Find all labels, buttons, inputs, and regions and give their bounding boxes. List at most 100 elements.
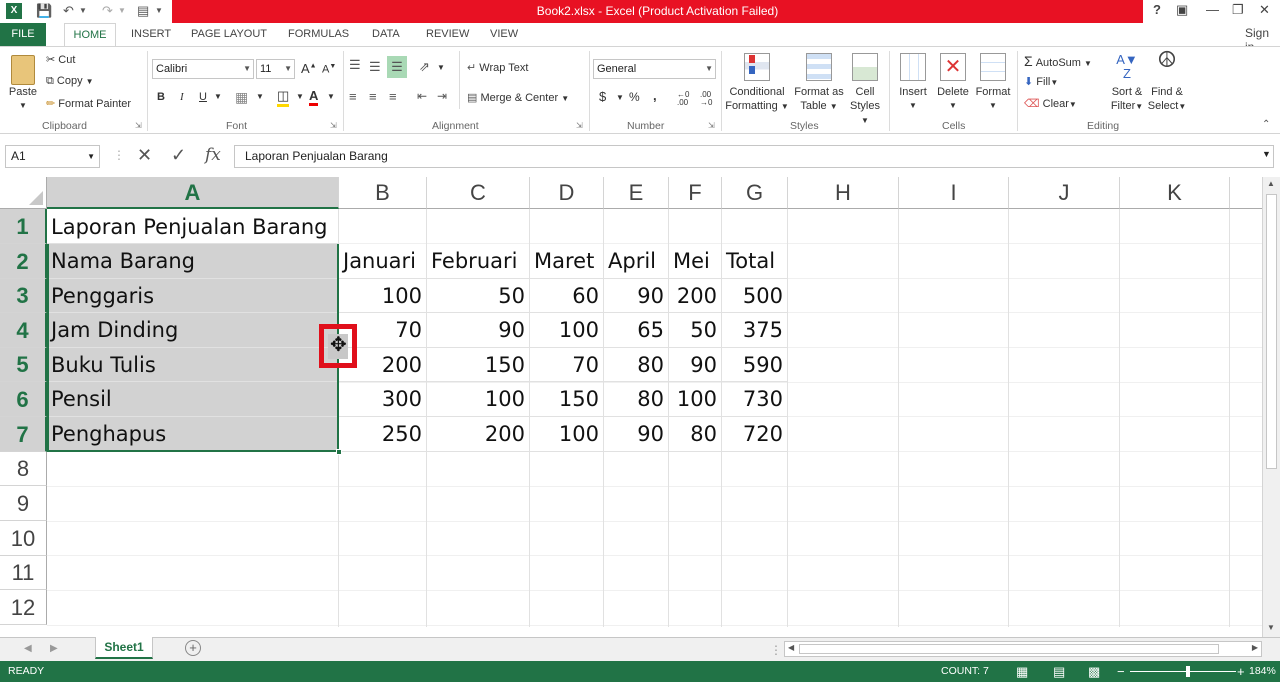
top-align-icon[interactable]: ☰ [349, 57, 361, 73]
cell-f7[interactable]: 80 [669, 417, 722, 452]
column-header-h[interactable]: H [788, 177, 899, 209]
bottom-align-icon[interactable]: ☰ [387, 56, 407, 78]
select-all-button[interactable] [0, 177, 47, 209]
column-header-g[interactable]: G [722, 177, 788, 209]
row-header-11[interactable]: 11 [0, 556, 47, 590]
cell-d3[interactable]: 60 [530, 279, 604, 313]
collapse-ribbon-icon[interactable]: ⌃ [1262, 119, 1270, 130]
column-header-a[interactable]: A [47, 177, 339, 209]
underline-button[interactable]: U [199, 91, 207, 103]
cut-button[interactable]: ✂ Cut [46, 53, 75, 66]
cell-d4[interactable]: 100 [530, 313, 604, 348]
alignment-launcher-icon[interactable]: ⇲ [576, 121, 583, 130]
next-sheet-icon[interactable]: ▶ [50, 643, 58, 654]
cell-e3[interactable]: 90 [604, 279, 669, 313]
copy-button[interactable]: ⧉ Copy ▼ [46, 75, 94, 88]
cell-g3[interactable]: 500 [722, 279, 788, 313]
find-select-button[interactable]: ☮ Find & Select▼ [1146, 49, 1188, 114]
italic-button[interactable]: I [180, 91, 184, 103]
column-header-i[interactable]: I [899, 177, 1009, 209]
column-header-j[interactable]: J [1009, 177, 1120, 209]
redo-dropdown-icon[interactable]: ▼ [118, 3, 126, 19]
orientation-icon[interactable]: ⇗ [419, 59, 430, 75]
increase-font-icon[interactable]: A▲ [301, 61, 317, 76]
cell-g6[interactable]: 730 [722, 382, 788, 417]
number-format-combo[interactable]: General ▼ [593, 59, 716, 79]
fill-handle[interactable] [336, 449, 342, 455]
cell-d6[interactable]: 150 [530, 382, 604, 417]
worksheet-grid[interactable]: A B C D E F G H I J K 1 2 3 4 5 6 7 8 9 … [0, 177, 1262, 627]
currency-dropdown-icon[interactable]: ▼ [616, 93, 624, 102]
cell-e7[interactable]: 90 [604, 417, 669, 452]
cell-g7[interactable]: 720 [722, 417, 788, 452]
cell-c2[interactable]: Februari [427, 244, 530, 279]
align-center-icon[interactable]: ≡ [369, 89, 377, 104]
cell-styles-button[interactable]: Cell Styles ▼ [845, 53, 885, 128]
cell-c4[interactable]: 90 [427, 313, 530, 348]
cell-b6[interactable]: 300 [339, 382, 427, 417]
new-sheet-icon[interactable]: + [185, 640, 201, 656]
sheet-tab-sheet1[interactable]: Sheet1 [95, 637, 153, 659]
percent-button[interactable]: % [629, 90, 640, 104]
fill-button[interactable]: ⬇ Fill▼ [1024, 75, 1058, 88]
number-launcher-icon[interactable]: ⇲ [708, 121, 715, 130]
conditional-formatting-button[interactable]: Conditional Formatting ▼ [724, 53, 790, 114]
cell-f5[interactable]: 90 [669, 348, 722, 382]
cell-e4[interactable]: 65 [604, 313, 669, 348]
cell-d7[interactable]: 100 [530, 417, 604, 452]
tab-page-layout[interactable]: PAGE LAYOUT [191, 28, 267, 40]
fill-color-dropdown-icon[interactable]: ▼ [296, 92, 304, 101]
tab-home[interactable]: HOME [64, 23, 116, 46]
format-cells-button[interactable]: Format ▼ [973, 53, 1013, 113]
insert-cells-button[interactable]: Insert ▼ [894, 53, 932, 113]
tab-insert[interactable]: INSERT [131, 28, 171, 40]
row-header-9[interactable]: 9 [0, 486, 47, 521]
borders-dropdown-icon[interactable]: ▼ [256, 92, 264, 101]
insert-function-button[interactable]: fx [205, 145, 221, 165]
align-right-icon[interactable]: ≡ [389, 89, 397, 104]
tab-file[interactable]: FILE [0, 23, 46, 46]
fill-color-icon[interactable]: ◫ [277, 88, 290, 107]
tab-formulas[interactable]: FORMULAS [288, 28, 349, 40]
scroll-left-icon[interactable]: ◀ [788, 643, 794, 652]
cell-g5[interactable]: 590 [722, 348, 788, 382]
decrease-decimal-icon[interactable]: .00 →0 [700, 91, 712, 107]
row-header-3[interactable]: 3 [0, 279, 47, 313]
ribbon-display-options-icon[interactable]: ▣ [1176, 2, 1188, 18]
increase-decimal-icon[interactable]: ←0.00 [677, 91, 689, 107]
help-button[interactable]: ? [1153, 2, 1161, 17]
normal-view-icon[interactable]: ▦ [1016, 661, 1028, 682]
column-header-b[interactable]: B [339, 177, 427, 209]
cell-g4[interactable]: 375 [722, 313, 788, 348]
column-header-d[interactable]: D [530, 177, 604, 209]
cell-a7[interactable]: Penghapus [47, 417, 339, 452]
cell-d5[interactable]: 70 [530, 348, 604, 382]
cell-b3[interactable]: 100 [339, 279, 427, 313]
autosum-button[interactable]: Σ AutoSum ▼ [1024, 53, 1092, 69]
customize-qat-icon[interactable]: ▼ [155, 3, 163, 19]
row-header-5[interactable]: 5 [0, 348, 47, 382]
cell-c3[interactable]: 50 [427, 279, 530, 313]
prev-sheet-icon[interactable]: ◀ [24, 643, 32, 654]
zoom-level[interactable]: 184% [1249, 661, 1276, 682]
comma-button[interactable]: , [653, 88, 657, 103]
clear-button[interactable]: ⌫ Clear▼ [1024, 97, 1077, 110]
tab-data[interactable]: DATA [372, 28, 400, 40]
row-header-8[interactable]: 8 [0, 452, 47, 486]
font-color-dropdown-icon[interactable]: ▼ [327, 92, 335, 101]
format-painter-button[interactable]: ✏ Format Painter [46, 97, 131, 110]
expand-formula-bar-icon[interactable]: ▼ [1262, 149, 1271, 159]
save-icon[interactable]: 💾 [36, 3, 52, 19]
cell-c5[interactable]: 150 [427, 348, 530, 382]
cell-g2[interactable]: Total [722, 244, 788, 279]
cell-a4[interactable]: Jam Dinding [47, 313, 339, 348]
zoom-slider-thumb[interactable] [1186, 666, 1190, 677]
column-header-e[interactable]: E [604, 177, 669, 209]
cell-a6[interactable]: Pensil [47, 382, 339, 417]
format-as-table-button[interactable]: Format as Table ▼ [791, 53, 847, 114]
redo-icon[interactable]: ↷ [102, 3, 113, 19]
align-left-icon[interactable]: ≡ [349, 89, 357, 104]
row-header-10[interactable]: 10 [0, 521, 47, 556]
cell-c6[interactable]: 100 [427, 382, 530, 417]
cell-e5[interactable]: 80 [604, 348, 669, 382]
